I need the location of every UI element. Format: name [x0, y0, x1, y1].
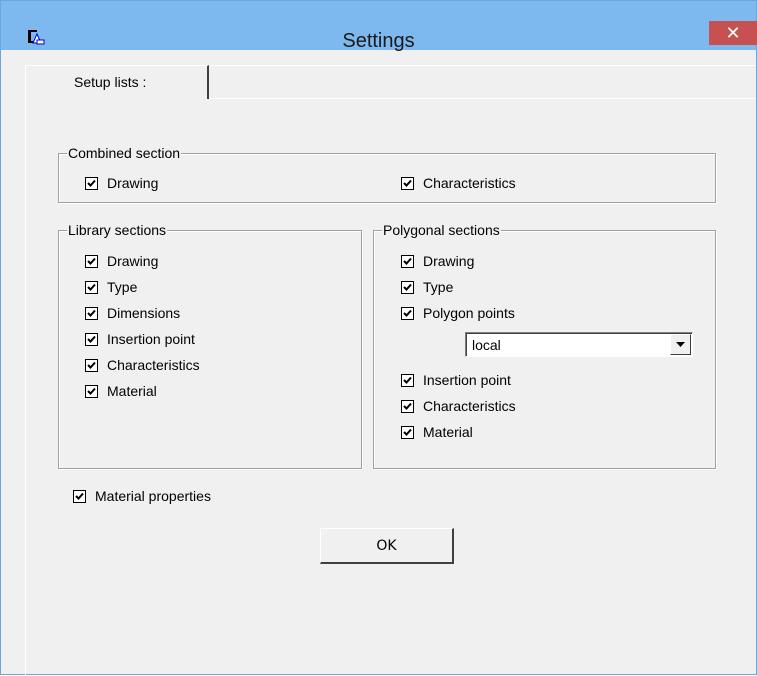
checkbox-checked-icon[interactable] — [401, 425, 414, 439]
chevron-down-icon — [676, 342, 685, 347]
checkbox-label: Insertion point — [107, 331, 195, 347]
close-icon: ✕ — [725, 23, 741, 43]
library-insertion-point-checkbox[interactable]: Insertion point — [85, 330, 195, 348]
polygon-points-coordinate-select[interactable]: local — [465, 332, 693, 357]
checkbox-label: Type — [423, 279, 454, 295]
checkbox-checked-icon[interactable] — [85, 332, 98, 346]
ok-button-label: OK — [376, 537, 397, 554]
checkbox-checked-icon[interactable] — [401, 254, 414, 268]
combined-section-title: Combined section — [67, 145, 182, 161]
library-dimensions-checkbox[interactable]: Dimensions — [85, 304, 180, 322]
checkbox-label: Characteristics — [107, 357, 200, 373]
library-drawing-checkbox[interactable]: Drawing — [85, 252, 158, 270]
close-button[interactable]: ✕ — [709, 21, 757, 45]
tab-strip-filler — [210, 65, 756, 99]
checkbox-label: Drawing — [107, 253, 159, 269]
combined-drawing-checkbox[interactable]: Drawing — [85, 174, 158, 192]
polygonal-type-checkbox[interactable]: Type — [401, 278, 453, 296]
checkbox-label: Characteristics — [423, 175, 516, 191]
checkbox-checked-icon[interactable] — [401, 373, 414, 387]
checkbox-label: Insertion point — [423, 372, 511, 388]
checkbox-label: Drawing — [423, 253, 475, 269]
library-characteristics-checkbox[interactable]: Characteristics — [85, 356, 200, 374]
polygonal-characteristics-checkbox[interactable]: Characteristics — [401, 397, 516, 415]
polygonal-polygon-points-checkbox[interactable]: Polygon points — [401, 304, 515, 322]
checkbox-label: Characteristics — [423, 398, 516, 414]
tab-strip: Setup lists : — [25, 65, 756, 99]
checkbox-checked-icon[interactable] — [85, 280, 98, 294]
checkbox-checked-icon[interactable] — [401, 280, 414, 294]
library-sections-title: Library sections — [67, 222, 168, 238]
tab-label: Setup lists : — [74, 74, 147, 90]
checkbox-checked-icon[interactable] — [85, 254, 98, 268]
checkbox-checked-icon[interactable] — [85, 384, 98, 398]
checkbox-label: Dimensions — [107, 305, 181, 321]
polygonal-insertion-point-checkbox[interactable]: Insertion point — [401, 371, 511, 389]
checkbox-label: Drawing — [107, 175, 159, 191]
checkbox-checked-icon[interactable] — [85, 358, 98, 372]
material-properties-checkbox[interactable]: Material properties — [73, 487, 211, 505]
ok-button[interactable]: OK — [320, 528, 454, 564]
polygonal-sections-title: Polygonal sections — [382, 222, 501, 238]
checkbox-checked-icon[interactable] — [401, 176, 414, 190]
checkbox-checked-icon[interactable] — [85, 176, 98, 190]
checkbox-label: Material — [107, 383, 157, 399]
checkbox-label: Material — [423, 424, 473, 440]
title-bar[interactable]: Settings ✕ — [1, 1, 757, 52]
settings-dialog: Settings ✕ Setup lists : Combined sectio… — [0, 0, 757, 676]
window-title: Settings — [342, 30, 415, 52]
checkbox-checked-icon[interactable] — [401, 399, 414, 413]
tab-setup-lists[interactable]: Setup lists : — [25, 65, 209, 99]
combined-characteristics-checkbox[interactable]: Characteristics — [401, 174, 516, 192]
checkbox-label: Type — [107, 279, 138, 295]
library-type-checkbox[interactable]: Type — [85, 278, 137, 296]
polygonal-material-checkbox[interactable]: Material — [401, 423, 473, 441]
checkbox-label: Polygon points — [423, 305, 515, 321]
checkbox-checked-icon[interactable] — [401, 306, 414, 320]
library-material-checkbox[interactable]: Material — [85, 382, 157, 400]
checkbox-label: Material properties — [95, 488, 211, 504]
checkbox-checked-icon[interactable] — [85, 306, 98, 320]
select-value: local — [472, 337, 501, 353]
checkbox-checked-icon[interactable] — [73, 489, 86, 503]
dropdown-arrow-button[interactable] — [670, 334, 691, 355]
polygonal-drawing-checkbox[interactable]: Drawing — [401, 252, 474, 270]
